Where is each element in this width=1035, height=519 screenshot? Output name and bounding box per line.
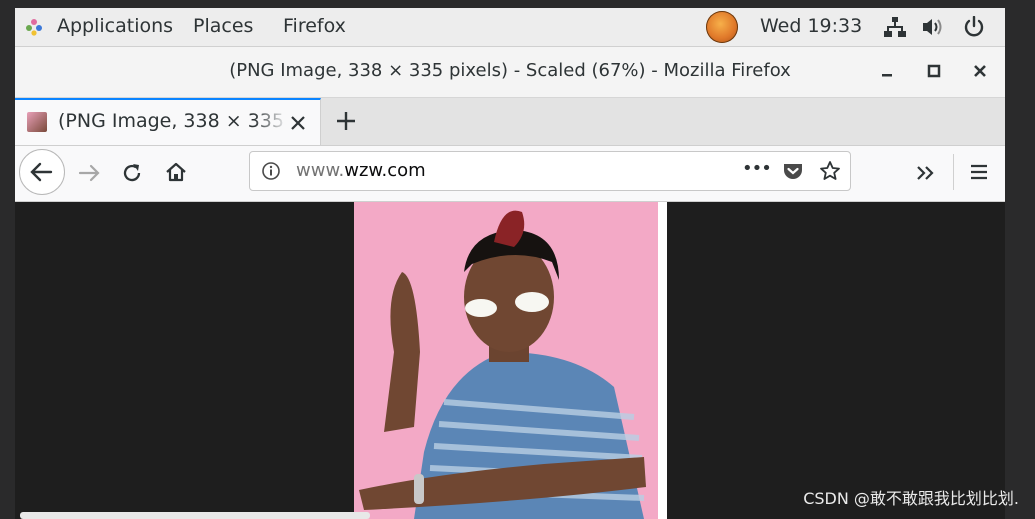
network-icon[interactable] [884,16,906,38]
url-prefix: www. [296,160,345,181]
applications-icon[interactable] [25,18,43,36]
tab-strip: (PNG Image, 338 × 335 pixels) [15,98,1005,146]
applications-menu[interactable]: Applications [57,15,173,37]
places-menu[interactable]: Places [193,15,253,37]
url-text[interactable]: www.wzw.com [296,160,426,181]
pocket-icon[interactable] [782,160,804,182]
url-domain: wzw.com [344,160,426,181]
minimize-icon[interactable] [877,61,897,81]
back-button[interactable] [19,149,65,195]
image-right-edge [658,202,667,519]
gnome-top-bar: Applications Places Firefox Wed 19:33 [15,8,1005,47]
volume-icon[interactable] [921,16,945,38]
clock[interactable]: Wed 19:33 [760,15,862,37]
forward-arrow-icon[interactable] [77,161,103,185]
window-title-bar[interactable]: (PNG Image, 338 × 335 pixels) - Scaled (… [15,47,1005,98]
power-icon[interactable] [963,16,985,38]
overflow-menu-icon[interactable] [914,161,938,185]
screen-recorder-icon[interactable] [706,11,738,43]
displayed-png-image[interactable] [354,202,667,519]
url-bar[interactable]: www.wzw.com ••• [249,151,851,191]
back-arrow-icon [30,162,53,182]
photo-illustration [354,202,667,519]
bookmark-star-icon[interactable] [819,160,841,182]
close-window-icon[interactable] [970,61,990,81]
desktop-screen: Applications Places Firefox Wed 19:33 (P… [15,8,1005,519]
tab-favicon-icon [27,112,47,132]
maximize-icon[interactable] [924,61,944,81]
tab-close-icon[interactable] [289,114,307,132]
horizontal-scrollbar[interactable] [20,512,370,519]
reload-icon[interactable] [120,161,144,185]
site-info-icon[interactable] [261,161,281,181]
csdn-watermark: CSDN @敢不敢跟我比划比划. [803,489,1019,508]
firefox-app-menu[interactable]: Firefox [283,15,346,37]
hamburger-menu-icon[interactable] [968,161,990,183]
window-title: (PNG Image, 338 × 335 pixels) - Scaled (… [229,60,791,81]
home-icon[interactable] [164,160,188,184]
new-tab-icon[interactable] [333,108,359,134]
tab-title: (PNG Image, 338 × 335 pixels) [58,110,288,132]
page-content [15,202,1005,519]
tab-png-image[interactable]: (PNG Image, 338 × 335 pixels) [15,98,321,145]
toolbar-separator [953,154,954,190]
navigation-toolbar: www.wzw.com ••• [15,146,1005,202]
page-actions-button[interactable]: ••• [742,158,772,179]
